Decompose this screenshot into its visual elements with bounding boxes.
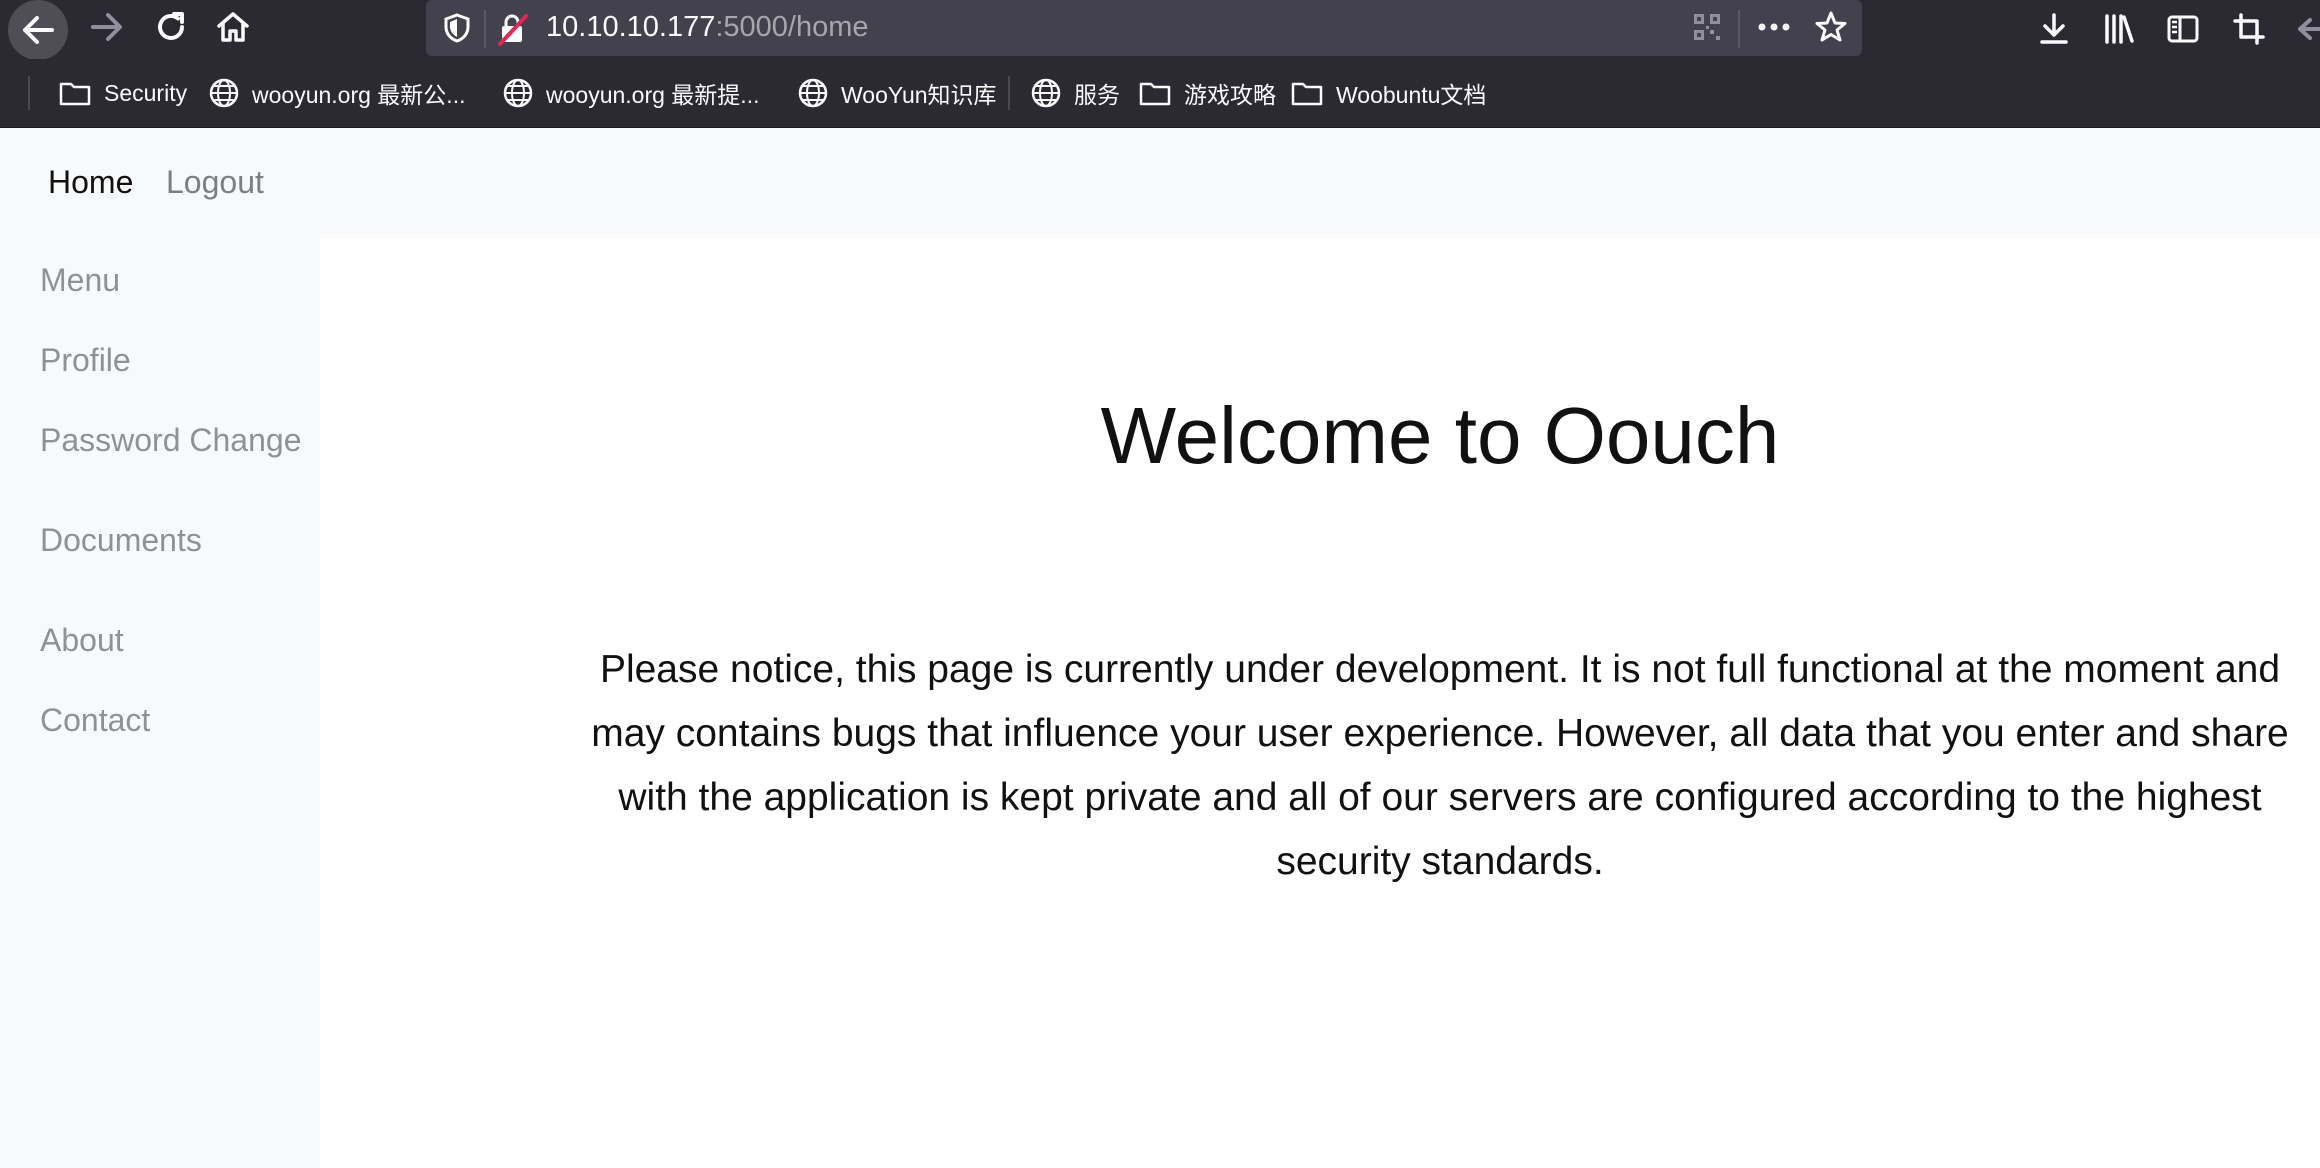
urlbar-divider [1738, 10, 1740, 48]
url-text[interactable]: 10.10.10.177:5000/home [546, 11, 869, 44]
bookmark-star-icon[interactable] [1814, 10, 1848, 49]
bookmark-item[interactable]: Woobuntu文档 [1290, 76, 1486, 110]
globe-icon [503, 78, 533, 108]
address-bar[interactable]: 10.10.10.177:5000/home [426, 0, 1862, 56]
top-navbar: Home Logout [0, 128, 2320, 238]
bookmarks-separator [28, 76, 30, 110]
sidebar-item-about[interactable]: About [40, 622, 124, 659]
forward-button[interactable] [74, 0, 140, 59]
bookmark-item[interactable]: 服务 [1030, 76, 1120, 110]
bookmark-label: 游戏攻略 [1184, 82, 1276, 108]
tracking-protection-shield-icon[interactable] [442, 12, 472, 49]
bookmark-item[interactable]: wooyun.org 最新公... [208, 76, 465, 110]
bookmark-label: WooYun知识库 [841, 82, 997, 108]
overflow-arrow-icon[interactable] [2294, 12, 2320, 51]
development-notice: Please notice, this page is currently un… [591, 648, 2289, 883]
url-host: 10.10.10.177 [546, 11, 716, 43]
page-title: Welcome to Oouch [1100, 391, 1780, 480]
crop-screenshot-icon[interactable] [2232, 12, 2266, 51]
arrow-left-icon [8, 0, 68, 60]
bookmark-label: Woobuntu文档 [1336, 82, 1487, 108]
nav-home-link[interactable]: Home [48, 164, 133, 201]
bookmark-label: wooyun.org 最新提... [546, 82, 760, 108]
house-icon [215, 10, 251, 49]
bookmark-label: 服务 [1074, 82, 1120, 108]
insecure-lock-icon[interactable] [496, 12, 530, 51]
urlbar-divider [484, 10, 486, 48]
bookmarks-toolbar: Security wooyun.org 最新公... wooyun.org 最新… [0, 59, 2320, 128]
bookmarks-separator [1008, 76, 1010, 110]
nav-logout-link[interactable]: Logout [166, 164, 264, 201]
sidebar-toggle-icon[interactable] [2166, 12, 2200, 51]
sidebar-item-documents[interactable]: Documents [40, 522, 202, 559]
page-actions-more-icon[interactable] [1756, 12, 1792, 47]
folder-icon [59, 82, 91, 106]
qr-code-icon[interactable] [1692, 12, 1722, 47]
sidebar-item-password-change[interactable]: Password Change [40, 422, 301, 459]
sidebar-item-profile[interactable]: Profile [40, 342, 131, 379]
sidebar: Menu Profile Password Change Documents A… [0, 238, 320, 1168]
url-path: :5000/home [715, 11, 869, 43]
bookmark-item[interactable]: 游戏攻略 [1138, 76, 1276, 110]
bookmark-label: Security [104, 79, 188, 106]
bookmark-label: wooyun.org 最新公... [252, 82, 466, 108]
reload-button[interactable] [138, 0, 204, 59]
globe-icon [1031, 78, 1061, 108]
folder-icon [1139, 82, 1171, 106]
back-button[interactable] [7, 0, 69, 60]
bookmark-item[interactable]: Security [58, 76, 187, 110]
main-content: Welcome to Oouch Please notice, this pag… [320, 238, 2320, 1168]
downloads-icon[interactable] [2038, 12, 2070, 51]
browser-toolbar: 10.10.10.177:5000/home [0, 0, 2320, 60]
globe-icon [798, 78, 828, 108]
home-browser-button[interactable] [200, 0, 266, 59]
reload-icon [154, 10, 188, 49]
globe-icon [209, 78, 239, 108]
sidebar-item-menu[interactable]: Menu [40, 262, 120, 299]
folder-icon [1291, 82, 1323, 106]
library-icon[interactable] [2102, 12, 2136, 51]
arrow-right-icon [90, 12, 124, 47]
sidebar-item-contact[interactable]: Contact [40, 702, 150, 739]
bookmark-item[interactable]: wooyun.org 最新提... [502, 76, 759, 110]
bookmark-item[interactable]: WooYun知识库 [797, 76, 997, 110]
